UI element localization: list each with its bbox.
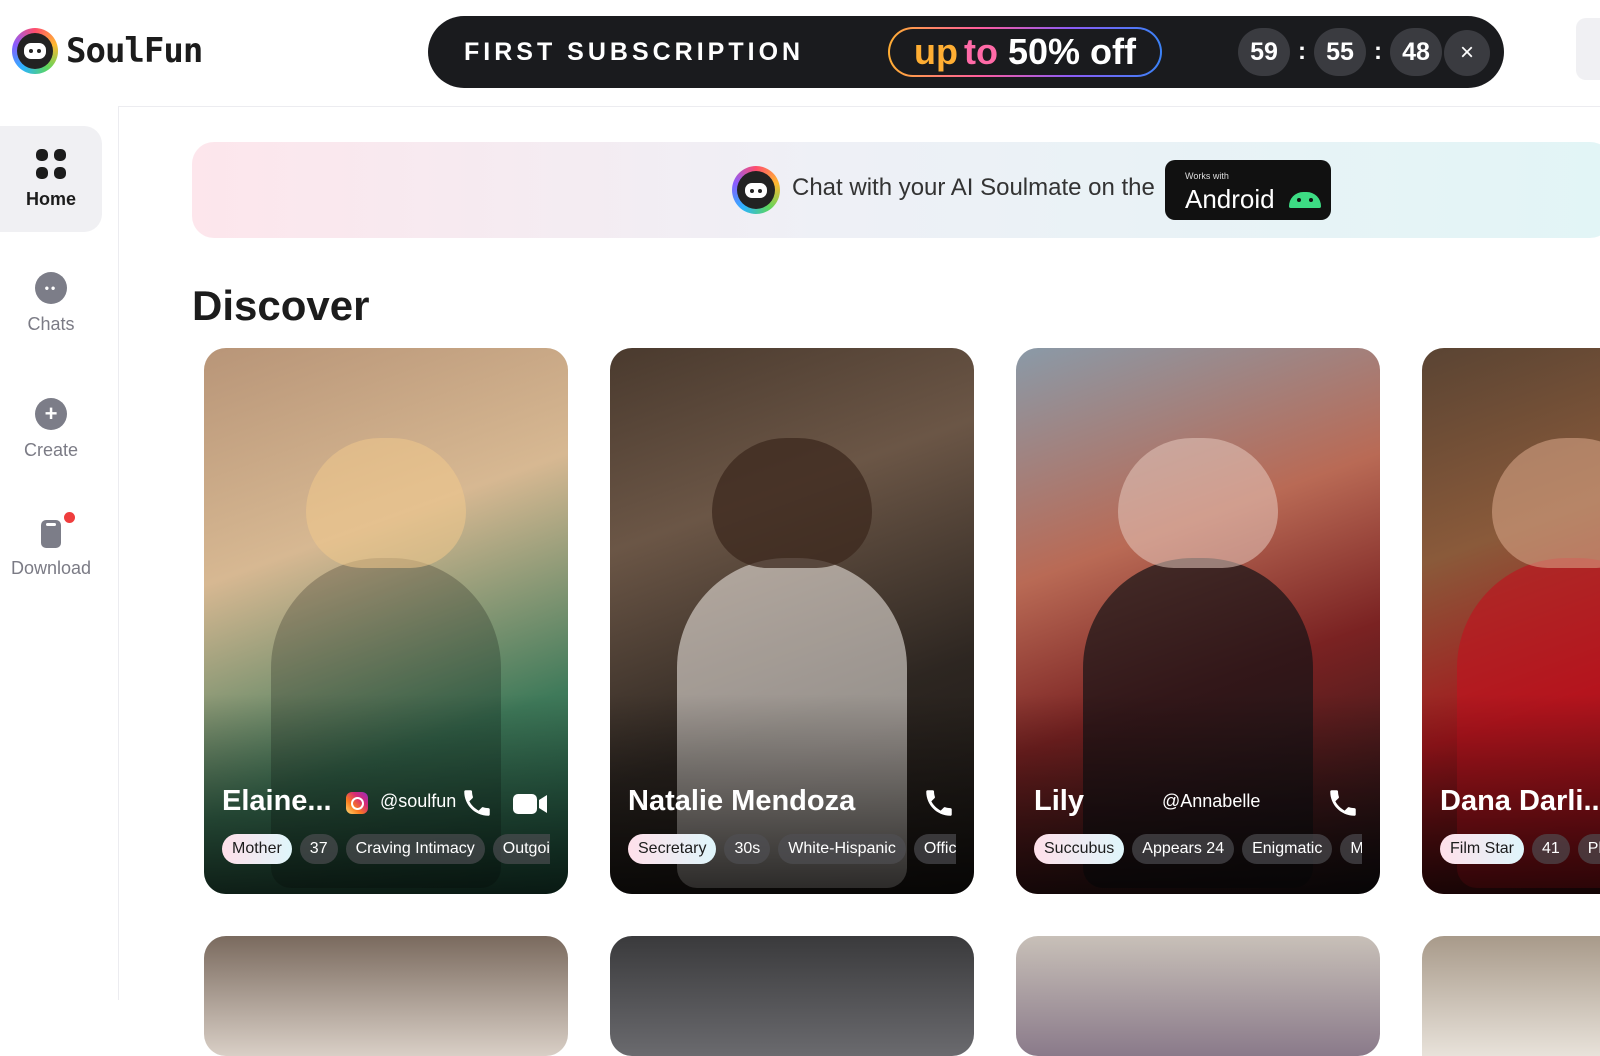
promo-banner[interactable]: FIRST SUBSCRIPTION up to 50% off 59 : 55…	[428, 16, 1504, 88]
discount-amount: 50% off	[1007, 31, 1136, 72]
video-call-icon[interactable]	[512, 790, 548, 818]
voice-call-icon[interactable]	[922, 786, 956, 820]
plus-circle-icon: +	[35, 397, 67, 430]
discount-to: to	[963, 31, 998, 72]
sidebar-item-label: Home	[25, 188, 76, 209]
countdown-minutes: 55	[1314, 28, 1366, 76]
sidebar: Home •• Chats + Create Download	[0, 106, 119, 1000]
discount-pill: up to 50% off	[888, 27, 1162, 77]
tag: Enigmatic	[1242, 834, 1333, 864]
portrait-head	[1492, 438, 1600, 568]
phone-icon	[41, 511, 75, 548]
badge-platform: Android	[1185, 184, 1275, 214]
tag: Succubus	[1034, 834, 1125, 864]
promo-title: FIRST SUBSCRIPTION	[464, 38, 805, 66]
tag: Office	[913, 834, 956, 864]
tag: Film Star	[1440, 834, 1524, 864]
tag: Secretary	[628, 834, 717, 864]
character-card[interactable]	[1016, 936, 1380, 1056]
character-name: Dana Darli...	[1440, 785, 1600, 817]
tag: Appears 24	[1132, 834, 1235, 864]
character-name: Lily	[1034, 785, 1084, 817]
instagram-icon	[346, 792, 368, 814]
character-card[interactable]: Natalie Mendoza Secretary 30s White-Hisp…	[610, 348, 974, 894]
countdown-separator: :	[1298, 38, 1306, 65]
countdown-seconds: 48	[1390, 28, 1442, 76]
sidebar-item-label: Download	[10, 557, 92, 578]
tag: Mother	[222, 834, 292, 864]
character-name: Elaine...	[222, 785, 332, 817]
tag-list: Succubus Appears 24 Enigmatic Ma	[1034, 834, 1362, 864]
character-card[interactable]	[610, 936, 974, 1056]
banner-text: Chat with your AI Soulmate on the	[792, 174, 1155, 201]
sidebar-item-download[interactable]: Download	[0, 496, 102, 602]
chat-bubble-icon: ••	[35, 271, 67, 304]
character-card[interactable]: Dana Darli... Film Star 41 Pla	[1422, 348, 1600, 894]
brand-name: SoulFun	[66, 31, 203, 71]
tag: 37	[299, 834, 338, 864]
header-action-button[interactable]	[1576, 18, 1600, 80]
sidebar-item-home[interactable]: Home	[0, 126, 102, 232]
character-card[interactable]	[204, 936, 568, 1056]
page-title: Discover	[192, 282, 370, 329]
android-download-badge[interactable]: Works with Android	[1165, 160, 1331, 220]
top-header: SoulFun FIRST SUBSCRIPTION up to 50% off…	[0, 0, 1600, 107]
brand-logo[interactable]: SoulFun	[12, 28, 203, 74]
sidebar-item-label: Chats	[27, 313, 75, 334]
tag: White-Hispanic	[778, 834, 906, 864]
sidebar-item-label: Create	[23, 439, 79, 460]
android-robot-icon	[1289, 192, 1321, 208]
tag: Pla	[1577, 834, 1600, 864]
sidebar-item-create[interactable]: + Create	[0, 376, 102, 482]
soulfun-logo-icon	[12, 28, 58, 74]
character-card[interactable]	[1422, 936, 1600, 1056]
tag: Outgoir	[492, 834, 550, 864]
portrait-head	[1118, 438, 1278, 568]
countdown-hours: 59	[1238, 28, 1290, 76]
character-handle: @Annabelle	[1162, 791, 1261, 811]
tag: 41	[1532, 834, 1570, 864]
close-icon[interactable]: ×	[1444, 30, 1490, 76]
badge-caption: Works with	[1185, 171, 1229, 181]
voice-call-icon[interactable]	[1326, 786, 1360, 820]
countdown-separator: :	[1374, 38, 1382, 65]
character-name: Natalie Mendoza	[628, 785, 856, 817]
notification-dot	[64, 511, 75, 523]
voice-call-icon[interactable]	[460, 786, 494, 820]
soulfun-logo-icon	[732, 166, 780, 214]
portrait-head	[306, 438, 466, 568]
sidebar-item-chats[interactable]: •• Chats	[0, 250, 102, 356]
portrait-head	[712, 438, 872, 568]
character-handle: @soulfun	[380, 791, 457, 811]
character-card[interactable]: Lily @Annabelle Succubus Appears 24 Enig…	[1016, 348, 1380, 894]
home-grid-icon	[36, 148, 66, 179]
android-app-banner[interactable]: Chat with your AI Soulmate on the Works …	[192, 142, 1600, 238]
tag-list: Film Star 41 Pla	[1440, 834, 1600, 864]
discount-up: up	[914, 31, 958, 72]
tag-list: Mother 37 Craving Intimacy Outgoir	[222, 834, 550, 864]
tag: Ma	[1340, 834, 1362, 864]
countdown-timer: 59 : 55 : 48	[1238, 28, 1442, 76]
tag: 30s	[724, 834, 771, 864]
tag-list: Secretary 30s White-Hispanic Office	[628, 834, 956, 864]
character-card[interactable]: Elaine... @soulfun Mother 37 Craving Int…	[204, 348, 568, 894]
tag: Craving Intimacy	[345, 834, 485, 864]
